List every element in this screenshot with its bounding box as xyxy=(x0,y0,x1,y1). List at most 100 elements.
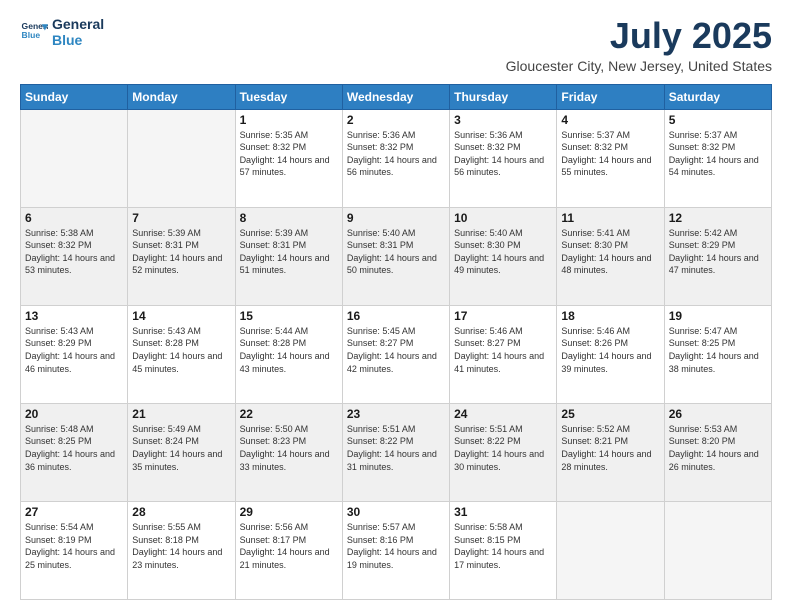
day-number: 19 xyxy=(669,309,767,323)
calendar-day-cell: 23 Sunrise: 5:51 AMSunset: 8:22 PMDayligh… xyxy=(342,403,449,501)
calendar-day-cell: 7Sunrise: 5:39 AMSunset: 8:31 PMDaylight… xyxy=(128,207,235,305)
calendar-day-cell xyxy=(557,501,664,599)
calendar-day-cell: 1Sunrise: 5:35 AMSunset: 8:32 PMDaylight… xyxy=(235,109,342,207)
day-number: 5 xyxy=(669,113,767,127)
calendar-day-cell: 21 Sunrise: 5:49 AMSunset: 8:24 PMDayligh… xyxy=(128,403,235,501)
day-number: 26 xyxy=(669,407,767,421)
weekday-header-friday: Friday xyxy=(557,84,664,109)
day-number: 28 xyxy=(132,505,230,519)
calendar-day-cell: 5 Sunrise: 5:37 AMSunset: 8:32 PMDaylight… xyxy=(664,109,771,207)
day-number: 31 xyxy=(454,505,552,519)
calendar-day-cell xyxy=(128,109,235,207)
weekday-header-sunday: Sunday xyxy=(21,84,128,109)
logo: General Blue General Blue xyxy=(20,16,104,48)
calendar-day-cell: 25 Sunrise: 5:52 AMSunset: 8:21 PMDayligh… xyxy=(557,403,664,501)
calendar-day-cell: 6 Sunrise: 5:38 AMSunset: 8:32 PMDaylight… xyxy=(21,207,128,305)
calendar-day-cell: 22 Sunrise: 5:50 AMSunset: 8:23 PMDayligh… xyxy=(235,403,342,501)
svg-text:Blue: Blue xyxy=(22,30,41,40)
day-info: Sunrise: 5:36 AMSunset: 8:32 PMDaylight:… xyxy=(454,129,552,179)
day-number: 21 xyxy=(132,407,230,421)
calendar-week-row: 1Sunrise: 5:35 AMSunset: 8:32 PMDaylight… xyxy=(21,109,772,207)
calendar-day-cell: 30Sunrise: 5:57 AMSunset: 8:16 PMDayligh… xyxy=(342,501,449,599)
weekday-header-thursday: Thursday xyxy=(450,84,557,109)
day-info: Sunrise: 5:38 AMSunset: 8:32 PMDaylight:… xyxy=(25,227,123,277)
day-number: 29 xyxy=(240,505,338,519)
calendar-day-cell: 2 Sunrise: 5:36 AMSunset: 8:32 PMDaylight… xyxy=(342,109,449,207)
calendar-table: SundayMondayTuesdayWednesdayThursdayFrid… xyxy=(20,84,772,600)
day-number: 16 xyxy=(347,309,445,323)
day-info: Sunrise: 5:48 AMSunset: 8:25 PMDaylight:… xyxy=(25,423,123,473)
day-info: Sunrise: 5:44 AMSunset: 8:28 PMDaylight:… xyxy=(240,325,338,375)
weekday-header-tuesday: Tuesday xyxy=(235,84,342,109)
calendar-day-cell: 14 Sunrise: 5:43 AMSunset: 8:28 PMDayligh… xyxy=(128,305,235,403)
calendar-day-cell: 16 Sunrise: 5:45 AMSunset: 8:27 PMDayligh… xyxy=(342,305,449,403)
day-number: 25 xyxy=(561,407,659,421)
calendar-day-cell: 20 Sunrise: 5:48 AMSunset: 8:25 PMDayligh… xyxy=(21,403,128,501)
calendar-day-cell: 31 Sunrise: 5:58 AMSunset: 8:15 PMDayligh… xyxy=(450,501,557,599)
day-info: Sunrise: 5:42 AMSunset: 8:29 PMDaylight:… xyxy=(669,227,767,277)
day-number: 12 xyxy=(669,211,767,225)
day-info: Sunrise: 5:43 AMSunset: 8:28 PMDaylight:… xyxy=(132,325,230,375)
calendar-day-cell: 15 Sunrise: 5:44 AMSunset: 8:28 PMDayligh… xyxy=(235,305,342,403)
day-number: 2 xyxy=(347,113,445,127)
day-info: Sunrise: 5:49 AMSunset: 8:24 PMDaylight:… xyxy=(132,423,230,473)
calendar-day-cell: 3 Sunrise: 5:36 AMSunset: 8:32 PMDaylight… xyxy=(450,109,557,207)
day-info: Sunrise: 5:39 AMSunset: 8:31 PMDaylight:… xyxy=(240,227,338,277)
day-info: Sunrise: 5:43 AMSunset: 8:29 PMDaylight:… xyxy=(25,325,123,375)
day-info: Sunrise: 5:40 AMSunset: 8:31 PMDaylight:… xyxy=(347,227,445,277)
calendar-day-cell: 8Sunrise: 5:39 AMSunset: 8:31 PMDaylight… xyxy=(235,207,342,305)
calendar-day-cell: 27Sunrise: 5:54 AMSunset: 8:19 PMDayligh… xyxy=(21,501,128,599)
calendar-day-cell: 9Sunrise: 5:40 AMSunset: 8:31 PMDaylight… xyxy=(342,207,449,305)
day-info: Sunrise: 5:53 AMSunset: 8:20 PMDaylight:… xyxy=(669,423,767,473)
day-number: 3 xyxy=(454,113,552,127)
day-info: Sunrise: 5:40 AMSunset: 8:30 PMDaylight:… xyxy=(454,227,552,277)
calendar-day-cell: 17 Sunrise: 5:46 AMSunset: 8:27 PMDayligh… xyxy=(450,305,557,403)
calendar-header-row: SundayMondayTuesdayWednesdayThursdayFrid… xyxy=(21,84,772,109)
calendar-day-cell xyxy=(664,501,771,599)
day-number: 15 xyxy=(240,309,338,323)
day-info: Sunrise: 5:46 AMSunset: 8:26 PMDaylight:… xyxy=(561,325,659,375)
weekday-header-monday: Monday xyxy=(128,84,235,109)
day-info: Sunrise: 5:45 AMSunset: 8:27 PMDaylight:… xyxy=(347,325,445,375)
logo-icon: General Blue xyxy=(20,18,48,46)
calendar-day-cell: 24Sunrise: 5:51 AMSunset: 8:22 PMDayligh… xyxy=(450,403,557,501)
calendar-day-cell: 13Sunrise: 5:43 AMSunset: 8:29 PMDayligh… xyxy=(21,305,128,403)
day-info: Sunrise: 5:37 AMSunset: 8:32 PMDaylight:… xyxy=(669,129,767,179)
page: General Blue General Blue July 2025 Glou… xyxy=(0,0,792,612)
calendar-week-row: 13Sunrise: 5:43 AMSunset: 8:29 PMDayligh… xyxy=(21,305,772,403)
weekday-header-wednesday: Wednesday xyxy=(342,84,449,109)
calendar-day-cell: 10Sunrise: 5:40 AMSunset: 8:30 PMDayligh… xyxy=(450,207,557,305)
day-number: 6 xyxy=(25,211,123,225)
day-info: Sunrise: 5:55 AMSunset: 8:18 PMDaylight:… xyxy=(132,521,230,571)
day-number: 14 xyxy=(132,309,230,323)
day-info: Sunrise: 5:36 AMSunset: 8:32 PMDaylight:… xyxy=(347,129,445,179)
calendar-week-row: 20 Sunrise: 5:48 AMSunset: 8:25 PMDayligh… xyxy=(21,403,772,501)
calendar-day-cell: 26 Sunrise: 5:53 AMSunset: 8:20 PMDayligh… xyxy=(664,403,771,501)
day-number: 17 xyxy=(454,309,552,323)
day-info: Sunrise: 5:50 AMSunset: 8:23 PMDaylight:… xyxy=(240,423,338,473)
calendar-day-cell: 28 Sunrise: 5:55 AMSunset: 8:18 PMDayligh… xyxy=(128,501,235,599)
calendar-day-cell: 29 Sunrise: 5:56 AMSunset: 8:17 PMDayligh… xyxy=(235,501,342,599)
subtitle: Gloucester City, New Jersey, United Stat… xyxy=(506,58,772,74)
logo-text-general: General xyxy=(52,16,104,32)
day-info: Sunrise: 5:58 AMSunset: 8:15 PMDaylight:… xyxy=(454,521,552,571)
day-number: 11 xyxy=(561,211,659,225)
calendar-week-row: 6 Sunrise: 5:38 AMSunset: 8:32 PMDaylight… xyxy=(21,207,772,305)
day-info: Sunrise: 5:51 AMSunset: 8:22 PMDaylight:… xyxy=(347,423,445,473)
day-info: Sunrise: 5:46 AMSunset: 8:27 PMDaylight:… xyxy=(454,325,552,375)
day-number: 7 xyxy=(132,211,230,225)
day-number: 30 xyxy=(347,505,445,519)
day-info: Sunrise: 5:51 AMSunset: 8:22 PMDaylight:… xyxy=(454,423,552,473)
calendar-day-cell: 11Sunrise: 5:41 AMSunset: 8:30 PMDayligh… xyxy=(557,207,664,305)
day-number: 18 xyxy=(561,309,659,323)
day-info: Sunrise: 5:52 AMSunset: 8:21 PMDaylight:… xyxy=(561,423,659,473)
day-number: 22 xyxy=(240,407,338,421)
day-number: 20 xyxy=(25,407,123,421)
calendar-day-cell xyxy=(21,109,128,207)
day-info: Sunrise: 5:56 AMSunset: 8:17 PMDaylight:… xyxy=(240,521,338,571)
day-number: 23 xyxy=(347,407,445,421)
day-info: Sunrise: 5:47 AMSunset: 8:25 PMDaylight:… xyxy=(669,325,767,375)
calendar-day-cell: 18 Sunrise: 5:46 AMSunset: 8:26 PMDayligh… xyxy=(557,305,664,403)
day-info: Sunrise: 5:54 AMSunset: 8:19 PMDaylight:… xyxy=(25,521,123,571)
calendar-day-cell: 19 Sunrise: 5:47 AMSunset: 8:25 PMDayligh… xyxy=(664,305,771,403)
